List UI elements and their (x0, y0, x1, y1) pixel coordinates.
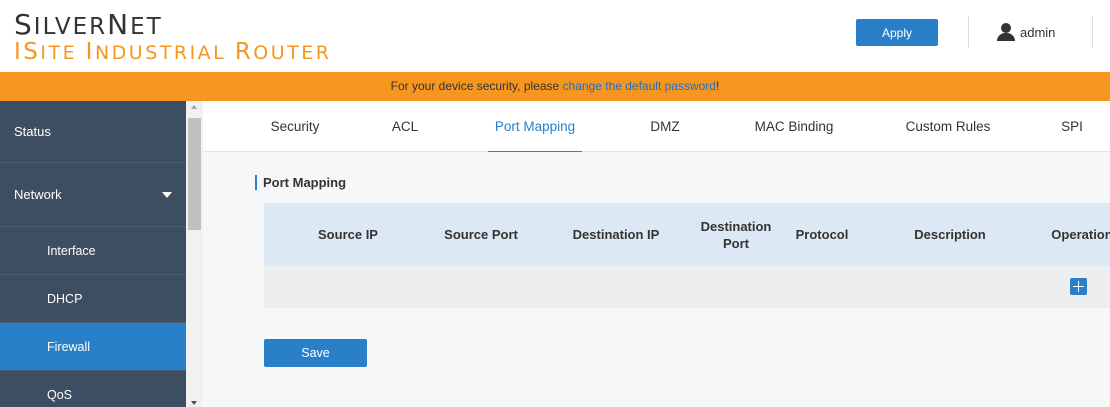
sidebar: Status Network Interface DHCP Firewall Q… (0, 101, 186, 407)
sidebar-item-dhcp[interactable]: DHCP (0, 275, 186, 323)
port-mapping-table: Source IP Source Port Destination IP Des… (264, 203, 1110, 308)
tab-acl[interactable]: ACL (387, 101, 423, 152)
column-header: Description (914, 227, 986, 242)
brand-sub-letters: ITE (40, 42, 86, 64)
brand-name: SILVERNET (14, 8, 163, 41)
column-header: Destination IP (572, 227, 660, 242)
brand-sub-letters: OUTER (253, 42, 332, 64)
brand-sub-letter: IS (14, 39, 41, 65)
page-root: SILVERNET ISITE INDUSTRIAL ROUTER Apply … (0, 0, 1110, 407)
caret-down-icon (162, 191, 172, 198)
column-header: Protocol (795, 227, 849, 242)
brand-sub-letter: R (234, 39, 254, 65)
sidebar-item-label: Status (14, 124, 51, 139)
column-header: Source IP (318, 227, 378, 242)
table-row (264, 266, 1110, 308)
banner-text: For your device security, please (390, 79, 563, 93)
header-divider (1092, 16, 1093, 48)
save-button[interactable]: Save (264, 339, 367, 367)
sidebar-item-label: Network (14, 187, 62, 202)
brand-letters: ET (130, 14, 163, 40)
sidebar-item-firewall[interactable]: Firewall (0, 323, 186, 371)
tab-dmz[interactable]: DMZ (647, 101, 683, 152)
security-banner: For your device security, please change … (0, 72, 1110, 101)
scroll-thumb[interactable] (188, 118, 201, 230)
sidebar-item-label: DHCP (47, 291, 83, 306)
brand-sub-letters: NDUSTRIAL (94, 42, 235, 64)
user-menu[interactable]: admin (997, 22, 1055, 42)
column-header: Source Port (444, 227, 518, 242)
tab-security[interactable]: Security (265, 101, 325, 152)
brand-letter: S (14, 8, 34, 41)
tab-mac-binding[interactable]: MAC Binding (747, 101, 841, 152)
tab-custom-rules[interactable]: Custom Rules (903, 101, 993, 152)
tab-port-mapping[interactable]: Port Mapping (488, 101, 582, 153)
tab-bar: Security ACL Port Mapping DMZ MAC Bindin… (203, 101, 1110, 153)
tab-spi[interactable]: SPI (1057, 101, 1087, 152)
sidebar-item-label: Firewall (47, 339, 91, 354)
sidebar-item-network[interactable]: Network (0, 163, 186, 227)
sidebar-item-qos[interactable]: QoS (0, 371, 186, 407)
sidebar-scrollbar[interactable] (186, 101, 203, 407)
change-password-link[interactable]: change the default password (563, 79, 716, 93)
user-name: admin (1020, 24, 1056, 40)
column-header: Destination Port (700, 218, 772, 251)
table-header: Source IP Source Port Destination IP Des… (264, 203, 1110, 266)
sidebar-item-label: Interface (47, 243, 96, 258)
brand-subtitle: ISITE INDUSTRIAL ROUTER (14, 39, 331, 65)
banner-text-end: ! (715, 79, 720, 93)
sidebar-item-label: QoS (47, 387, 73, 402)
sidebar-item-interface[interactable]: Interface (0, 227, 186, 275)
column-header: Operation (1051, 227, 1110, 242)
header: SILVERNET ISITE INDUSTRIAL ROUTER Apply … (0, 0, 1110, 72)
apply-button[interactable]: Apply (856, 19, 938, 46)
add-rule-button[interactable] (1070, 278, 1087, 295)
user-icon (997, 23, 1015, 41)
scroll-down-icon[interactable] (191, 401, 197, 405)
main-content: Port Mapping Source IP Source Port Desti… (203, 152, 1110, 407)
brand-letters: ILVER (33, 14, 108, 40)
sidebar-item-status[interactable]: Status (0, 101, 186, 163)
scroll-up-icon[interactable] (191, 105, 197, 109)
section-title: Port Mapping (255, 175, 346, 190)
header-divider (968, 16, 969, 48)
brand-letter: N (107, 8, 131, 41)
brand-sub-letter: I (85, 39, 95, 65)
